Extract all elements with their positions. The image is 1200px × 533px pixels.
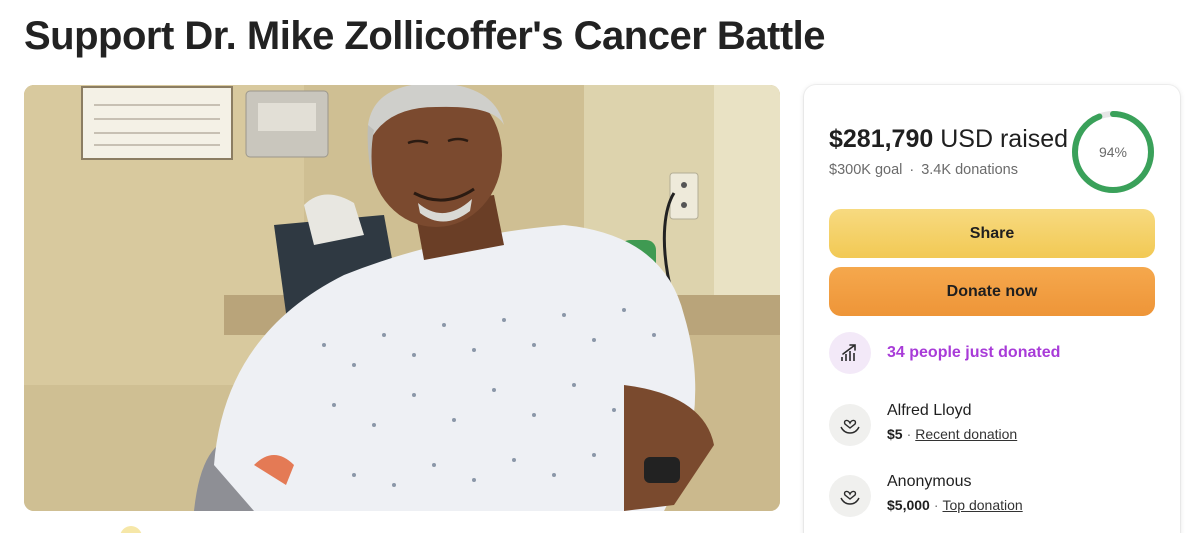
recent-activity-text[interactable]: 34 people just donated [887, 344, 1060, 362]
donation-item: Anonymous $5,000 · Top donation [829, 473, 1159, 523]
donation-detail: $5,000 · Top donation [887, 497, 1023, 513]
detail-separator: · [933, 497, 939, 513]
heart-hands-icon [829, 475, 871, 517]
donor-name: Anonymous [887, 473, 972, 490]
campaign-photo-illustration [24, 85, 780, 511]
donor-name: Alfred Lloyd [887, 402, 972, 419]
avatar-hint [120, 526, 142, 533]
donations-count: 3.4K donations [921, 162, 1018, 178]
goal-text: $300K goal [829, 162, 903, 178]
donate-now-button[interactable]: Donate now [829, 267, 1155, 316]
amount-raised: $281,790 USD raised [829, 125, 1068, 154]
detail-separator: · [906, 426, 912, 442]
amount-value: $281,790 [829, 125, 934, 153]
campaign-meta: $300K goal · 3.4K donations [829, 162, 1018, 178]
recent-activity: 34 people just donated [829, 332, 1159, 376]
donation-amount: $5,000 [887, 497, 930, 513]
page-title: Support Dr. Mike Zollicoffer's Cancer Ba… [24, 14, 826, 58]
donation-item: Alfred Lloyd $5 · Recent donation [829, 402, 1159, 452]
heart-hands-icon [829, 404, 871, 446]
share-button[interactable]: Share [829, 209, 1155, 258]
trend-arrow-icon [829, 332, 871, 374]
donation-card: $281,790 USD raised $300K goal · 3.4K dona… [804, 85, 1180, 533]
recent-donation-link[interactable]: Recent donation [915, 426, 1017, 442]
donation-detail: $5 · Recent donation [887, 426, 1017, 442]
donation-amount: $5 [887, 426, 903, 442]
progress-percent: 94% [1098, 144, 1128, 160]
amount-currency-label: USD raised [940, 125, 1069, 153]
top-donation-link[interactable]: Top donation [943, 497, 1023, 513]
campaign-photo[interactable] [24, 85, 780, 511]
meta-separator: · [909, 162, 915, 178]
